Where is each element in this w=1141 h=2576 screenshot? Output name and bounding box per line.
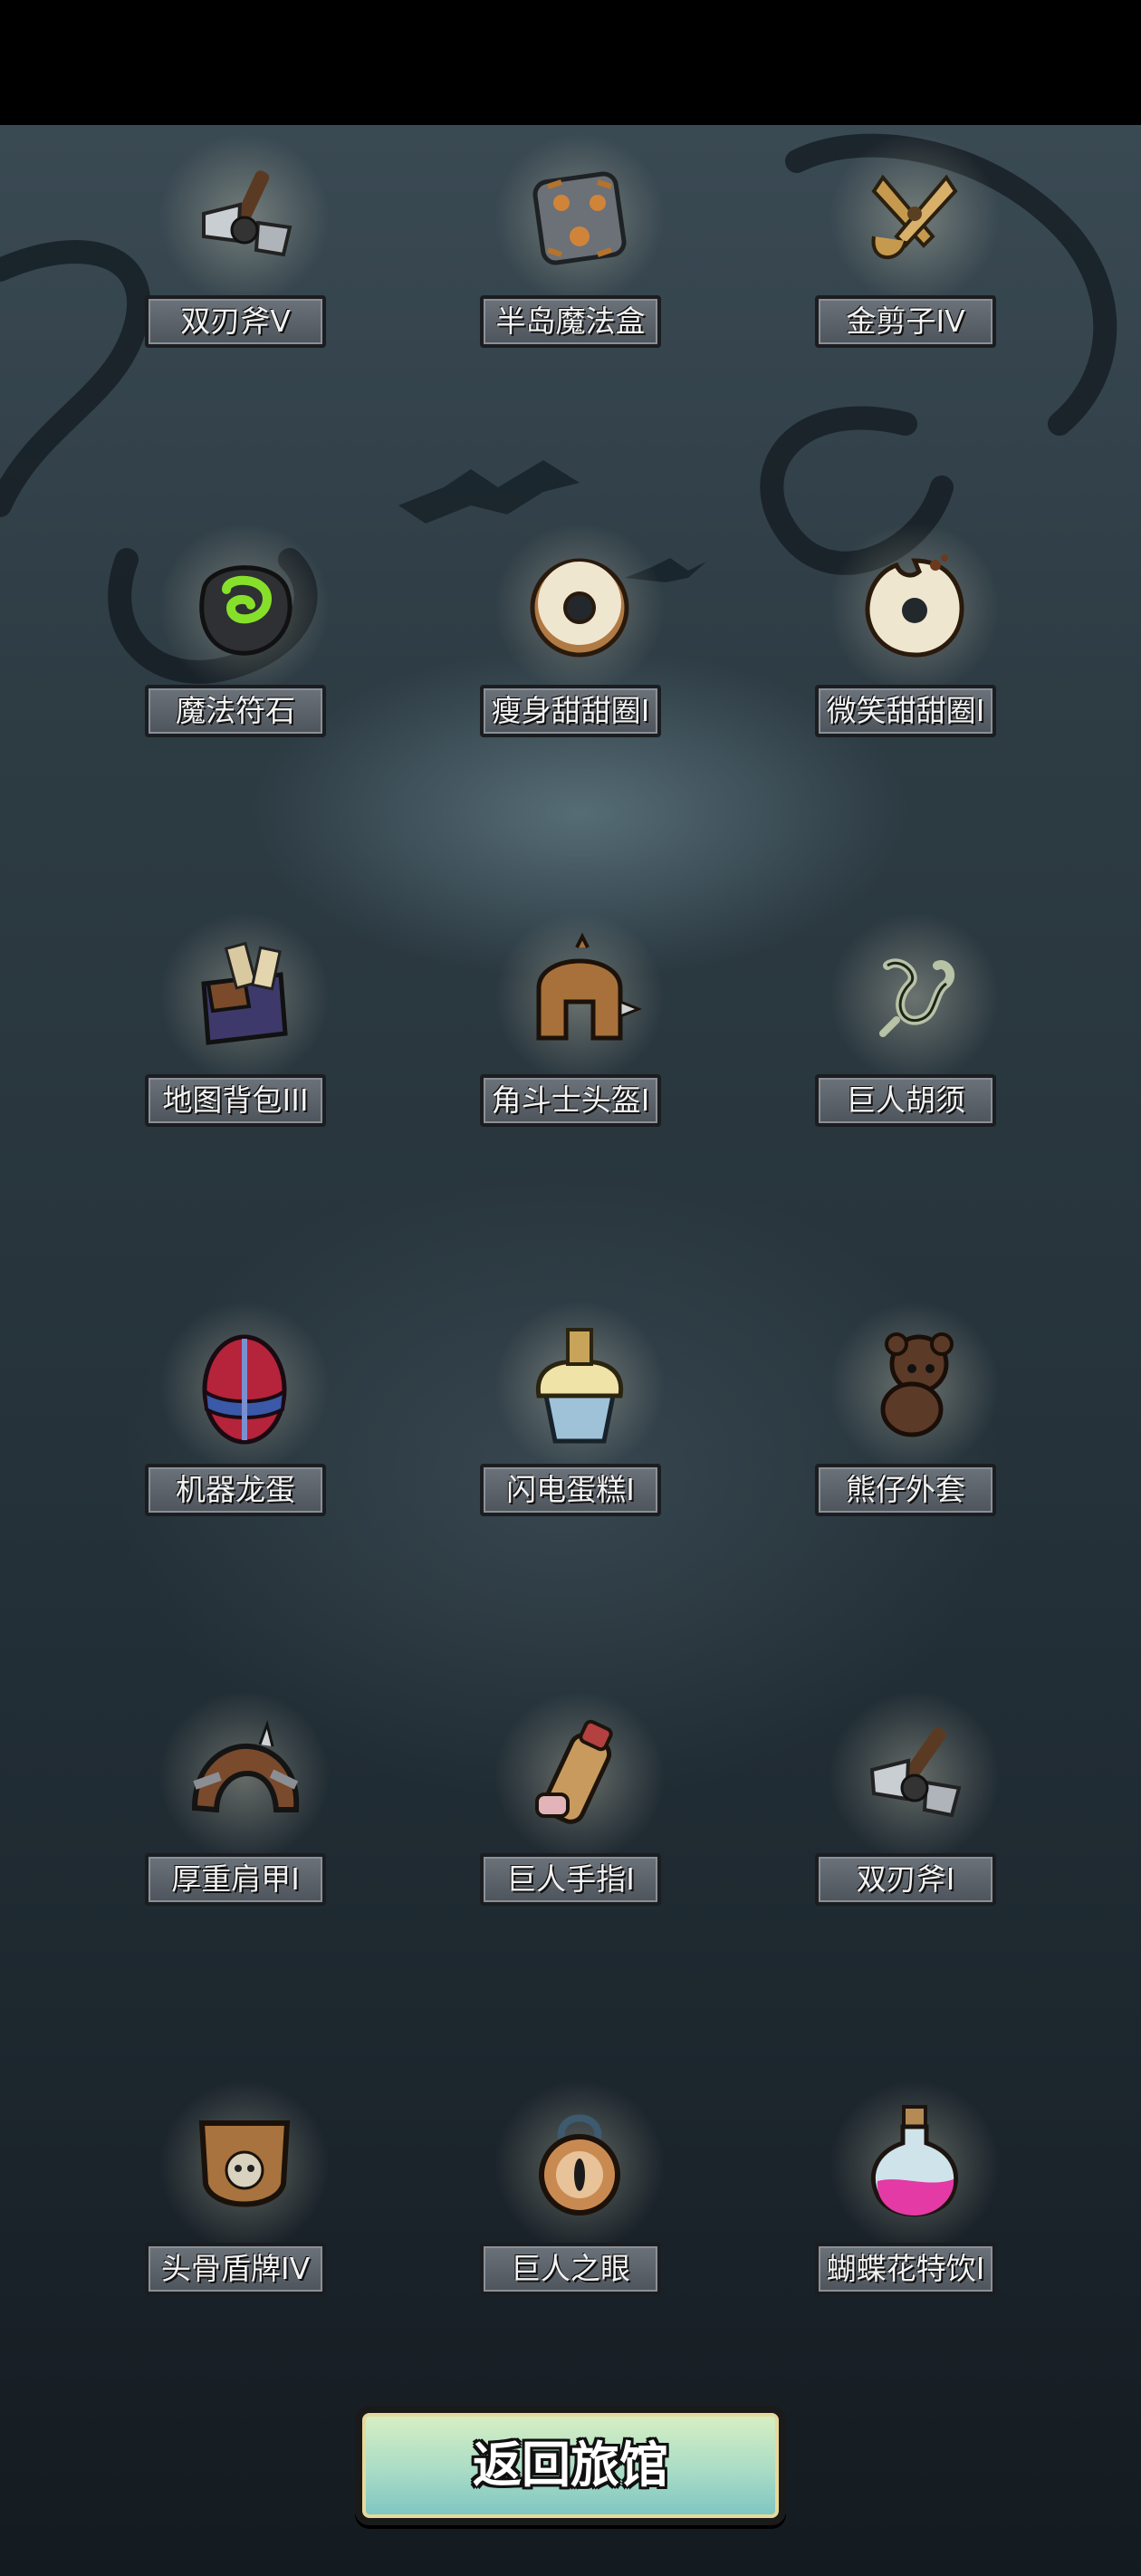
item-slot-16[interactable]: 头骨盾牌IV	[145, 2080, 344, 2324]
golden-scissors-icon	[829, 132, 1001, 304]
item-label: 双刃斧I	[815, 1853, 996, 1906]
map-backpack-icon	[158, 911, 331, 1083]
item-slot-11[interactable]: 闪电蛋糕I	[480, 1301, 679, 1545]
skull-shield-icon	[158, 2080, 331, 2252]
teddy-bear-icon	[829, 1301, 1001, 1473]
item-label: 角斗士头盔I	[480, 1074, 661, 1127]
item-slot-18[interactable]: 蝴蝶花特饮I	[815, 2080, 1014, 2324]
top-black-bar	[0, 0, 1141, 125]
item-slot-4[interactable]: 魔法符石	[145, 522, 344, 766]
item-label: 蝴蝶花特饮I	[815, 2243, 996, 2295]
item-slot-8[interactable]: 角斗士头盔I	[480, 911, 679, 1156]
item-label: 头骨盾牌IV	[145, 2243, 326, 2295]
item-label: 机器龙蛋	[145, 1464, 326, 1516]
item-label: 巨人手指I	[480, 1853, 661, 1906]
shoulder-armor-icon	[158, 1690, 331, 1862]
return-button-label: 返回旅馆	[473, 2437, 668, 2494]
item-label: 厚重肩甲I	[145, 1853, 326, 1906]
giant-beard-icon	[829, 911, 1001, 1083]
item-collection-scene: 双刃斧V 半岛魔法盒 金剪子IV 魔法符石 瘦身甜甜圈I 微笑甜甜圈I 地图背包…	[0, 125, 1141, 2576]
item-label: 微笑甜甜圈I	[815, 685, 996, 737]
cupcake-icon	[494, 1301, 666, 1473]
item-label: 双刃斧V	[145, 295, 326, 348]
double-blade-axe-icon	[829, 1690, 1001, 1862]
potion-bottle-icon	[829, 2080, 1001, 2252]
item-label: 地图背包III	[145, 1074, 326, 1127]
item-slot-14[interactable]: 巨人手指I	[480, 1690, 679, 1935]
item-slot-13[interactable]: 厚重肩甲I	[145, 1690, 344, 1935]
item-label: 熊仔外套	[815, 1464, 996, 1516]
item-slot-9[interactable]: 巨人胡须	[815, 911, 1014, 1156]
item-slot-2[interactable]: 半岛魔法盒	[480, 132, 679, 377]
item-slot-1[interactable]: 双刃斧V	[145, 132, 344, 377]
robot-dragon-egg-icon	[158, 1301, 331, 1473]
double-blade-axe-icon	[158, 132, 331, 304]
item-label: 金剪子IV	[815, 295, 996, 348]
bitten-donut-icon	[829, 522, 1001, 694]
magic-box-icon	[494, 132, 666, 304]
item-label: 半岛魔法盒	[480, 295, 661, 348]
item-slot-17[interactable]: 巨人之眼	[480, 2080, 679, 2324]
item-label: 巨人胡须	[815, 1074, 996, 1127]
item-slot-12[interactable]: 熊仔外套	[815, 1301, 1014, 1545]
item-label: 瘦身甜甜圈I	[480, 685, 661, 737]
giant-finger-icon	[494, 1690, 666, 1862]
return-to-inn-button[interactable]: 返回旅馆	[355, 2406, 786, 2525]
item-slot-3[interactable]: 金剪子IV	[815, 132, 1014, 377]
item-slot-10[interactable]: 机器龙蛋	[145, 1301, 344, 1545]
item-slot-6[interactable]: 微笑甜甜圈I	[815, 522, 1014, 766]
gladiator-helmet-icon	[494, 911, 666, 1083]
donut-icon	[494, 522, 666, 694]
item-label: 魔法符石	[145, 685, 326, 737]
item-slot-15[interactable]: 双刃斧I	[815, 1690, 1014, 1935]
giant-eye-amulet-icon	[494, 2080, 666, 2252]
item-label: 巨人之眼	[480, 2243, 661, 2295]
item-slot-7[interactable]: 地图背包III	[145, 911, 344, 1156]
item-slot-5[interactable]: 瘦身甜甜圈I	[480, 522, 679, 766]
rune-stone-icon	[158, 522, 331, 694]
item-label: 闪电蛋糕I	[480, 1464, 661, 1516]
